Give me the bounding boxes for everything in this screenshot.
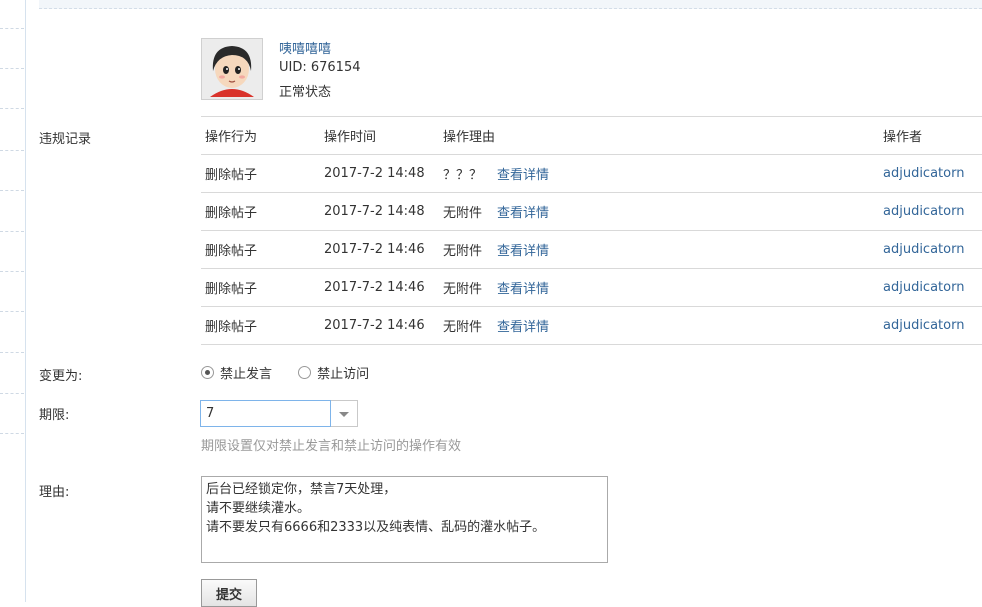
operator-link[interactable]: adjudicatorn [879,154,982,193]
operator-link[interactable]: adjudicatorn [879,268,982,307]
table-row: 删除帖子 2017-7-2 14:48 ？？？ 查看详情 adjudicatorn [201,154,982,193]
reason-textarea[interactable]: 后台已经锁定你，禁言7天处理， 请不要继续灌水。 请不要发只有6666和2333… [201,476,608,563]
operator-link[interactable]: adjudicatorn [879,306,982,345]
row-reason: 无附件 [443,206,483,221]
user-name-link[interactable]: 咦嘻嘻嘻 [279,38,331,57]
header-time: 操作时间 [320,116,439,155]
row-reason: 无附件 [443,282,483,297]
records-label: 违规记录 [39,132,92,147]
row-reason-cell: 无附件 查看详情 [439,268,879,307]
header-operator: 操作者 [879,116,982,155]
row-reason-cell: 无附件 查看详情 [439,230,879,269]
table-row: 删除帖子 2017-7-2 14:46 无附件 查看详情 adjudicatorn [201,268,982,307]
period-hint: 期限设置仅对禁止发言和禁止访问的操作有效 [201,439,462,454]
table-row: 删除帖子 2017-7-2 14:46 无附件 查看详情 adjudicatorn [201,230,982,269]
view-details-link[interactable]: 查看详情 [497,168,549,183]
reason-label: 理由: [39,485,70,500]
penalty-options: 禁止发言 禁止访问 [201,363,391,382]
user-uid: UID: 676154 [279,60,361,75]
view-details-link[interactable]: 查看详情 [497,206,549,221]
operator-link[interactable]: adjudicatorn [879,192,982,231]
ban-post-radio[interactable] [201,366,214,379]
row-action: 删除帖子 [201,268,320,307]
row-reason: ？？？ [443,168,483,183]
row-time: 2017-7-2 14:46 [320,230,439,269]
table-row: 删除帖子 2017-7-2 14:48 无附件 查看详情 adjudicatorn [201,192,982,231]
row-action: 删除帖子 [201,192,320,231]
operator-link[interactable]: adjudicatorn [879,230,982,269]
view-details-link[interactable]: 查看详情 [497,244,549,259]
row-action: 删除帖子 [201,154,320,193]
ban-visit-radio[interactable] [298,366,312,379]
view-details-link[interactable]: 查看详情 [497,282,549,297]
row-time: 2017-7-2 14:48 [320,154,439,193]
table-row: 删除帖子 2017-7-2 14:46 无附件 查看详情 adjudicatorn [201,306,982,345]
chevron-down-icon[interactable] [331,400,358,427]
user-status: 正常状态 [279,85,332,100]
cartoon-face-icon [202,39,262,99]
top-panel-strip [39,0,982,9]
violation-records-table: 操作行为 操作时间 操作理由 操作者 删除帖子 2017-7-2 14:48 ？… [201,116,982,345]
row-action: 删除帖子 [201,306,320,345]
ban-visit-label[interactable]: 禁止访问 [317,367,369,382]
row-reason: 无附件 [443,244,483,259]
row-reason-cell: 无附件 查看详情 [439,306,879,345]
header-reason: 操作理由 [439,116,879,155]
period-label: 期限: [39,408,70,423]
row-reason: 无附件 [443,320,483,335]
ban-post-label[interactable]: 禁止发言 [220,367,272,382]
row-reason-cell: 无附件 查看详情 [439,192,879,231]
change-to-label: 变更为: [39,369,83,384]
row-action: 删除帖子 [201,230,320,269]
view-details-link[interactable]: 查看详情 [497,320,549,335]
row-time: 2017-7-2 14:46 [320,306,439,345]
submit-button[interactable]: 提交 [201,579,257,607]
row-time: 2017-7-2 14:48 [320,192,439,231]
period-combobox[interactable] [200,400,358,427]
row-time: 2017-7-2 14:46 [320,268,439,307]
table-header-row: 操作行为 操作时间 操作理由 操作者 [201,116,982,155]
avatar[interactable] [201,38,263,100]
header-action: 操作行为 [201,116,320,155]
period-input[interactable] [200,400,331,427]
left-sidebar-rail [0,0,26,602]
row-reason-cell: ？？？ 查看详情 [439,154,879,193]
